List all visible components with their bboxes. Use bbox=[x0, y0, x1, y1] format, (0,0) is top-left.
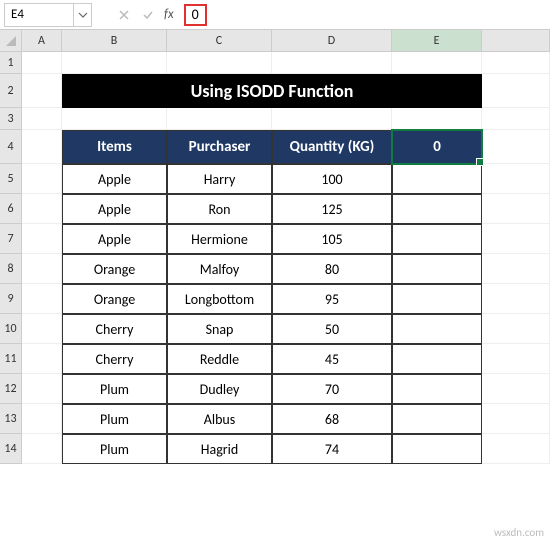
cell-quantity[interactable]: 45 bbox=[272, 344, 392, 374]
row-header[interactable]: 9 bbox=[0, 284, 22, 314]
cell-extra[interactable] bbox=[392, 224, 482, 254]
formula-input[interactable]: 0 bbox=[178, 3, 546, 27]
fx-label[interactable]: fx bbox=[164, 7, 174, 22]
cell-extra[interactable] bbox=[392, 434, 482, 464]
row-header-3[interactable]: 3 bbox=[0, 108, 22, 130]
spreadsheet-grid[interactable]: A B C D E 1 2 Using ISODD Function 3 4 I… bbox=[0, 30, 550, 464]
cell-extra[interactable] bbox=[392, 404, 482, 434]
title-cell: Using ISODD Function bbox=[62, 74, 482, 108]
cell-items[interactable]: Plum bbox=[62, 404, 167, 434]
cell-items[interactable]: Plum bbox=[62, 434, 167, 464]
cell-purchaser[interactable]: Snap bbox=[167, 314, 272, 344]
cell-purchaser[interactable]: Longbottom bbox=[167, 284, 272, 314]
cell-purchaser[interactable]: Hermione bbox=[167, 224, 272, 254]
row-header[interactable]: 13 bbox=[0, 404, 22, 434]
cell-extra[interactable] bbox=[392, 314, 482, 344]
cell-quantity[interactable]: 74 bbox=[272, 434, 392, 464]
row-header[interactable]: 12 bbox=[0, 374, 22, 404]
row-header[interactable]: 6 bbox=[0, 194, 22, 224]
row-header[interactable]: 7 bbox=[0, 224, 22, 254]
col-header-extra[interactable] bbox=[482, 30, 550, 52]
col-header-B[interactable]: B bbox=[62, 30, 167, 52]
cell-purchaser[interactable]: Dudley bbox=[167, 374, 272, 404]
enter-icon[interactable] bbox=[136, 3, 160, 27]
col-header-C[interactable]: C bbox=[167, 30, 272, 52]
cell-items[interactable]: Orange bbox=[62, 254, 167, 284]
col-header-D[interactable]: D bbox=[272, 30, 392, 52]
cell-purchaser[interactable]: Hagrid bbox=[167, 434, 272, 464]
cell-extra[interactable] bbox=[392, 194, 482, 224]
cell-quantity[interactable]: 70 bbox=[272, 374, 392, 404]
cell-purchaser[interactable]: Malfoy bbox=[167, 254, 272, 284]
formula-value-highlight: 0 bbox=[184, 4, 207, 26]
cell-extra[interactable] bbox=[392, 374, 482, 404]
row-header[interactable]: 8 bbox=[0, 254, 22, 284]
row-header[interactable]: 11 bbox=[0, 344, 22, 374]
cancel-icon[interactable] bbox=[112, 3, 136, 27]
cell-items[interactable]: Cherry bbox=[62, 344, 167, 374]
active-cell[interactable]: 0 bbox=[392, 130, 482, 164]
cell-quantity[interactable]: 125 bbox=[272, 194, 392, 224]
select-all-corner[interactable] bbox=[0, 30, 22, 52]
row-header[interactable]: 10 bbox=[0, 314, 22, 344]
row-header[interactable]: 14 bbox=[0, 434, 22, 464]
cell-items[interactable]: Cherry bbox=[62, 314, 167, 344]
cell-quantity[interactable]: 105 bbox=[272, 224, 392, 254]
cell-extra[interactable] bbox=[392, 284, 482, 314]
cell-extra[interactable] bbox=[392, 164, 482, 194]
cell-items[interactable]: Plum bbox=[62, 374, 167, 404]
row-header-4[interactable]: 4 bbox=[0, 130, 22, 164]
cell-quantity[interactable]: 100 bbox=[272, 164, 392, 194]
cell-extra[interactable] bbox=[392, 254, 482, 284]
row-header-2[interactable]: 2 bbox=[0, 74, 22, 108]
cell-quantity[interactable]: 95 bbox=[272, 284, 392, 314]
formula-bar: E4 fx 0 bbox=[0, 0, 550, 30]
header-items: Items bbox=[62, 130, 167, 164]
header-purchaser: Purchaser bbox=[167, 130, 272, 164]
select-all-icon bbox=[6, 36, 16, 46]
cell-items[interactable]: Apple bbox=[62, 194, 167, 224]
header-quantity: Quantity (KG) bbox=[272, 130, 392, 164]
cell-purchaser[interactable]: Reddle bbox=[167, 344, 272, 374]
cell-quantity[interactable]: 80 bbox=[272, 254, 392, 284]
watermark: wsxdn.com bbox=[494, 526, 544, 539]
cell-quantity[interactable]: 50 bbox=[272, 314, 392, 344]
cell-purchaser[interactable]: Albus bbox=[167, 404, 272, 434]
cell-quantity[interactable]: 68 bbox=[272, 404, 392, 434]
row-header[interactable]: 5 bbox=[0, 164, 22, 194]
cell-items[interactable]: Apple bbox=[62, 164, 167, 194]
cell-items[interactable]: Apple bbox=[62, 224, 167, 254]
name-box-dropdown[interactable] bbox=[74, 3, 92, 27]
col-header-A[interactable]: A bbox=[22, 30, 62, 52]
cell-extra[interactable] bbox=[392, 344, 482, 374]
col-header-E[interactable]: E bbox=[392, 30, 482, 52]
chevron-down-icon bbox=[78, 10, 88, 20]
cell-purchaser[interactable]: Ron bbox=[167, 194, 272, 224]
row-header-1[interactable]: 1 bbox=[0, 52, 22, 74]
name-box[interactable]: E4 bbox=[4, 3, 74, 27]
cell-items[interactable]: Orange bbox=[62, 284, 167, 314]
cell-purchaser[interactable]: Harry bbox=[167, 164, 272, 194]
